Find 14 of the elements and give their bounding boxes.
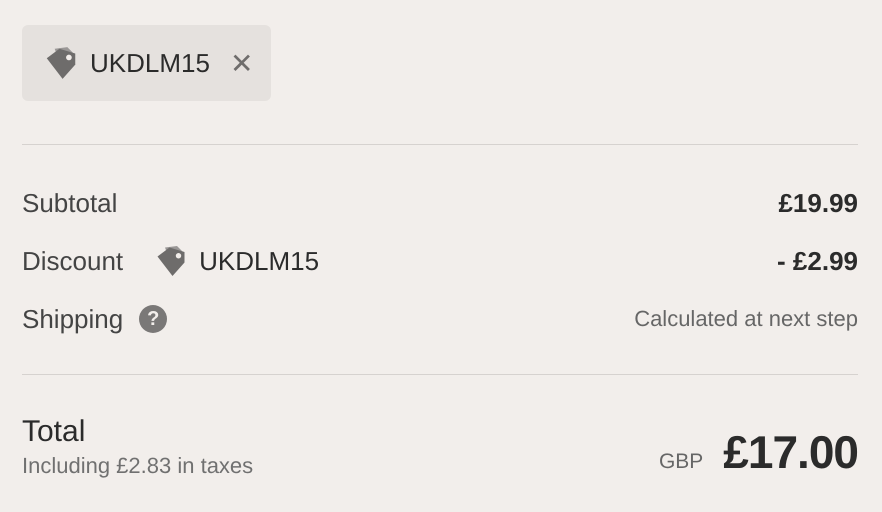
line-label: Subtotal bbox=[22, 188, 118, 218]
line-label: Discount bbox=[22, 246, 124, 276]
total-label: Total bbox=[22, 415, 86, 449]
currency-code: GBP bbox=[658, 450, 704, 474]
total-amount: £17.00 bbox=[723, 425, 858, 479]
line-value: - £2.99 bbox=[777, 246, 858, 276]
line-value: Calculated at next step bbox=[634, 306, 858, 332]
taxes-note: Including £2.83 in taxes bbox=[22, 453, 254, 479]
discount-code: UKDLM15 bbox=[90, 48, 210, 78]
discount-code: UKDLM15 bbox=[199, 246, 320, 276]
help-icon[interactable]: ? bbox=[139, 305, 168, 333]
remove-discount-button[interactable]: ✕ bbox=[220, 46, 254, 80]
line-value: £19.99 bbox=[778, 188, 858, 218]
line-label: Shipping bbox=[22, 304, 124, 334]
